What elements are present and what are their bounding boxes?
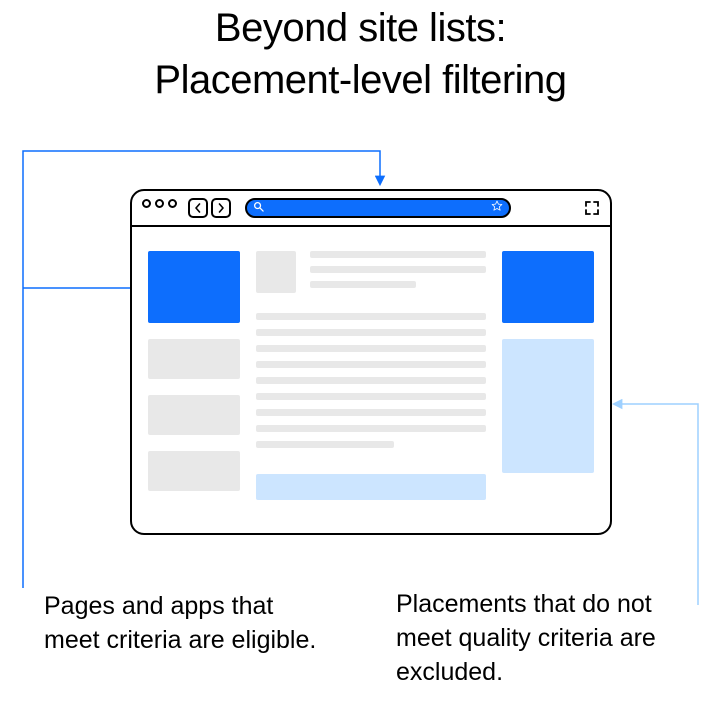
- text-lines: [310, 251, 486, 293]
- text-line: [310, 266, 486, 273]
- ad-placement-excluded: [502, 339, 594, 473]
- paragraph-block: [256, 313, 486, 448]
- content-block: [148, 451, 240, 491]
- text-line: [256, 409, 486, 416]
- window-dot: [168, 199, 177, 208]
- browser-titlebar: [132, 191, 610, 227]
- title-line-1: Beyond site lists:: [215, 6, 506, 50]
- text-line: [256, 361, 486, 368]
- text-line: [256, 393, 486, 400]
- back-button[interactable]: [188, 198, 208, 218]
- thumbnail: [256, 251, 296, 293]
- diagram-title: Beyond site lists: Placement-level filte…: [0, 2, 721, 106]
- star-icon: [491, 199, 503, 217]
- page-content: [132, 227, 610, 533]
- window-controls: [142, 199, 177, 208]
- center-column: [256, 251, 486, 521]
- left-column: [148, 251, 240, 521]
- chevron-right-icon: [216, 203, 226, 213]
- ad-placement-eligible: [148, 251, 240, 323]
- nav-buttons: [188, 198, 231, 218]
- forward-button[interactable]: [211, 198, 231, 218]
- caption-excluded: Placements that do not meet quality crit…: [396, 588, 696, 689]
- text-line: [256, 425, 486, 432]
- text-line: [256, 377, 486, 384]
- ad-placement-excluded-footer: [256, 474, 486, 500]
- fullscreen-icon: [584, 200, 600, 216]
- window-dot: [155, 199, 164, 208]
- article-row: [256, 251, 486, 293]
- window-dot: [142, 199, 151, 208]
- chevron-left-icon: [193, 203, 203, 213]
- text-line: [256, 441, 394, 448]
- text-line: [310, 281, 416, 288]
- ad-placement-eligible: [502, 251, 594, 323]
- content-block: [148, 395, 240, 435]
- text-line: [256, 345, 486, 352]
- right-column: [502, 251, 594, 521]
- text-line: [310, 251, 486, 258]
- content-block: [148, 339, 240, 379]
- title-line-2: Placement-level filtering: [154, 58, 566, 102]
- fullscreen-button[interactable]: [584, 200, 600, 216]
- browser-window: [130, 189, 612, 535]
- caption-eligible: Pages and apps that meet criteria are el…: [44, 590, 324, 658]
- address-bar[interactable]: [245, 198, 511, 218]
- search-icon: [253, 199, 264, 217]
- text-line: [256, 329, 486, 336]
- text-line: [256, 313, 486, 320]
